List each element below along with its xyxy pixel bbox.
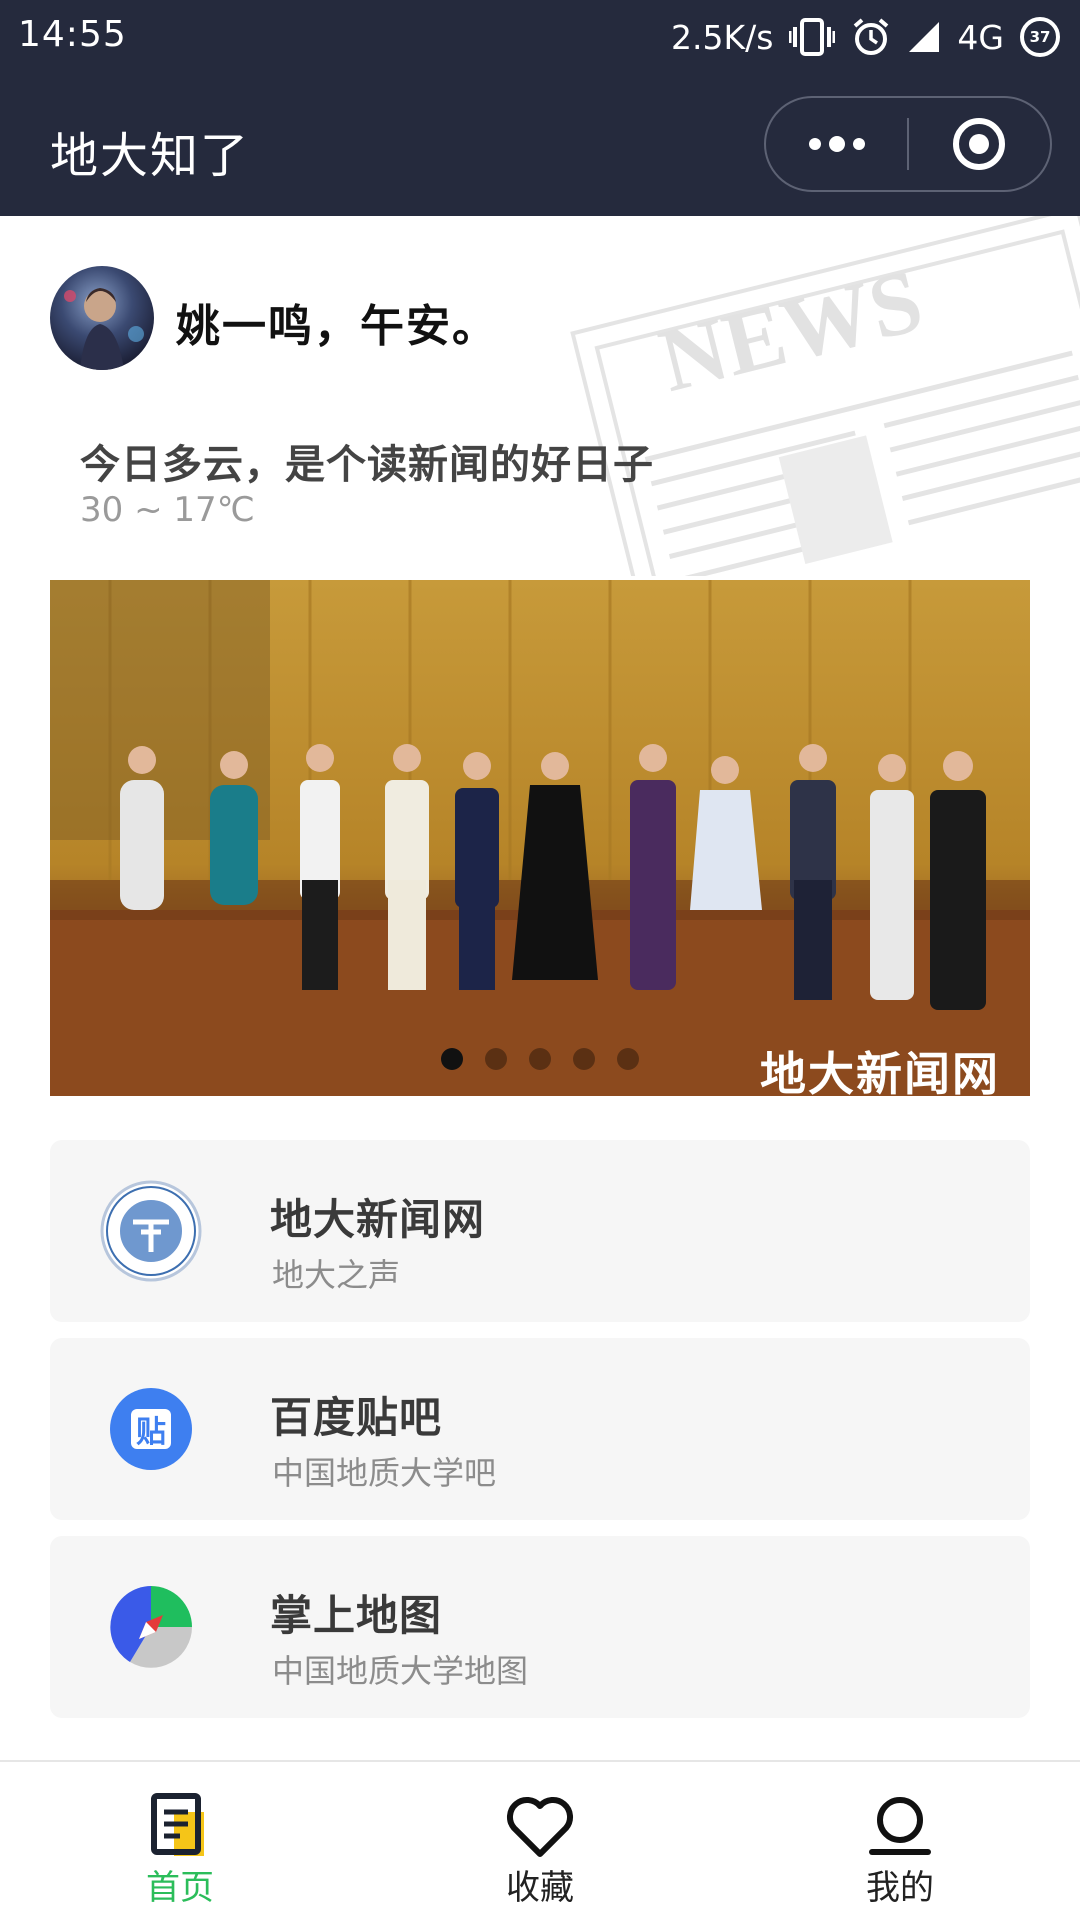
page-title: 地大知了 (50, 128, 251, 184)
vibrate-icon (789, 18, 836, 56)
banner-dot[interactable] (573, 1048, 595, 1070)
card-tieba[interactable]: 贴 百度贴吧 中国地质大学吧 (50, 1338, 1030, 1520)
university-seal-icon (100, 1180, 202, 1282)
weather-temperature: 30 ~ 17℃ (80, 490, 255, 530)
avatar[interactable] (50, 266, 154, 370)
network-type: 4G (957, 17, 1004, 57)
card-map[interactable]: 掌上地图 中国地质大学地图 (50, 1536, 1030, 1718)
nav-bar: 地大知了 (0, 74, 1080, 216)
status-icons: 2.5K/s 4G 37 (671, 12, 1060, 62)
weather-summary: 今日多云，是个读新闻的好日子 (80, 442, 654, 488)
heart-icon (504, 1790, 576, 1862)
home-doc-icon (144, 1790, 216, 1862)
more-dots-icon (808, 136, 865, 152)
status-bar: 14:55 2.5K/s 4G 37 (0, 0, 1080, 74)
news-bg-text: NEWS (651, 251, 932, 411)
tieba-icon: 贴 (100, 1378, 202, 1480)
tab-bar: 首页 收藏 我的 (0, 1760, 1080, 1920)
tab-label: 我的 (866, 1868, 934, 1908)
user-icon (864, 1790, 936, 1862)
card-title: 掌上地图 (270, 1591, 443, 1640)
banner-watermark: 地大新闻网 (760, 1047, 1000, 1096)
close-miniprogram-button[interactable] (909, 98, 1050, 190)
banner-dot[interactable] (529, 1048, 551, 1070)
card-subtitle: 地大之声 (272, 1256, 401, 1294)
card-title: 地大新闻网 (270, 1195, 486, 1244)
card-subtitle: 中国地质大学地图 (272, 1652, 529, 1690)
card-news-site[interactable]: 地大新闻网 地大之声 (50, 1140, 1030, 1322)
card-title: 百度贴吧 (270, 1393, 443, 1442)
banner-dot[interactable] (485, 1048, 507, 1070)
battery-icon: 37 (1020, 17, 1060, 57)
banner-photo (50, 580, 1030, 1096)
banner-dot[interactable] (617, 1048, 639, 1070)
tab-label: 首页 (146, 1868, 214, 1908)
status-time: 14:55 (18, 14, 127, 55)
tab-label: 收藏 (506, 1868, 574, 1908)
banner-carousel[interactable]: 地大新闻网 (50, 580, 1030, 1096)
tab-favorites[interactable]: 收藏 (360, 1762, 720, 1920)
target-circle-icon (953, 118, 1006, 170)
more-button[interactable] (766, 98, 907, 190)
map-compass-icon (100, 1576, 202, 1678)
alarm-icon (854, 18, 889, 55)
tieba-icon-text: 贴 (136, 1415, 166, 1450)
capsule-menu (764, 96, 1052, 192)
net-speed: 2.5K/s (670, 17, 774, 57)
newspaper-illustration: NEWS (520, 216, 1080, 576)
banner-dot[interactable] (441, 1048, 463, 1070)
card-subtitle: 中国地质大学吧 (272, 1454, 497, 1492)
tab-home[interactable]: 首页 (0, 1762, 360, 1920)
signal-icon (909, 22, 940, 52)
greeting-text: 姚一鸣，午安。 (176, 301, 498, 352)
tab-profile[interactable]: 我的 (720, 1762, 1080, 1920)
